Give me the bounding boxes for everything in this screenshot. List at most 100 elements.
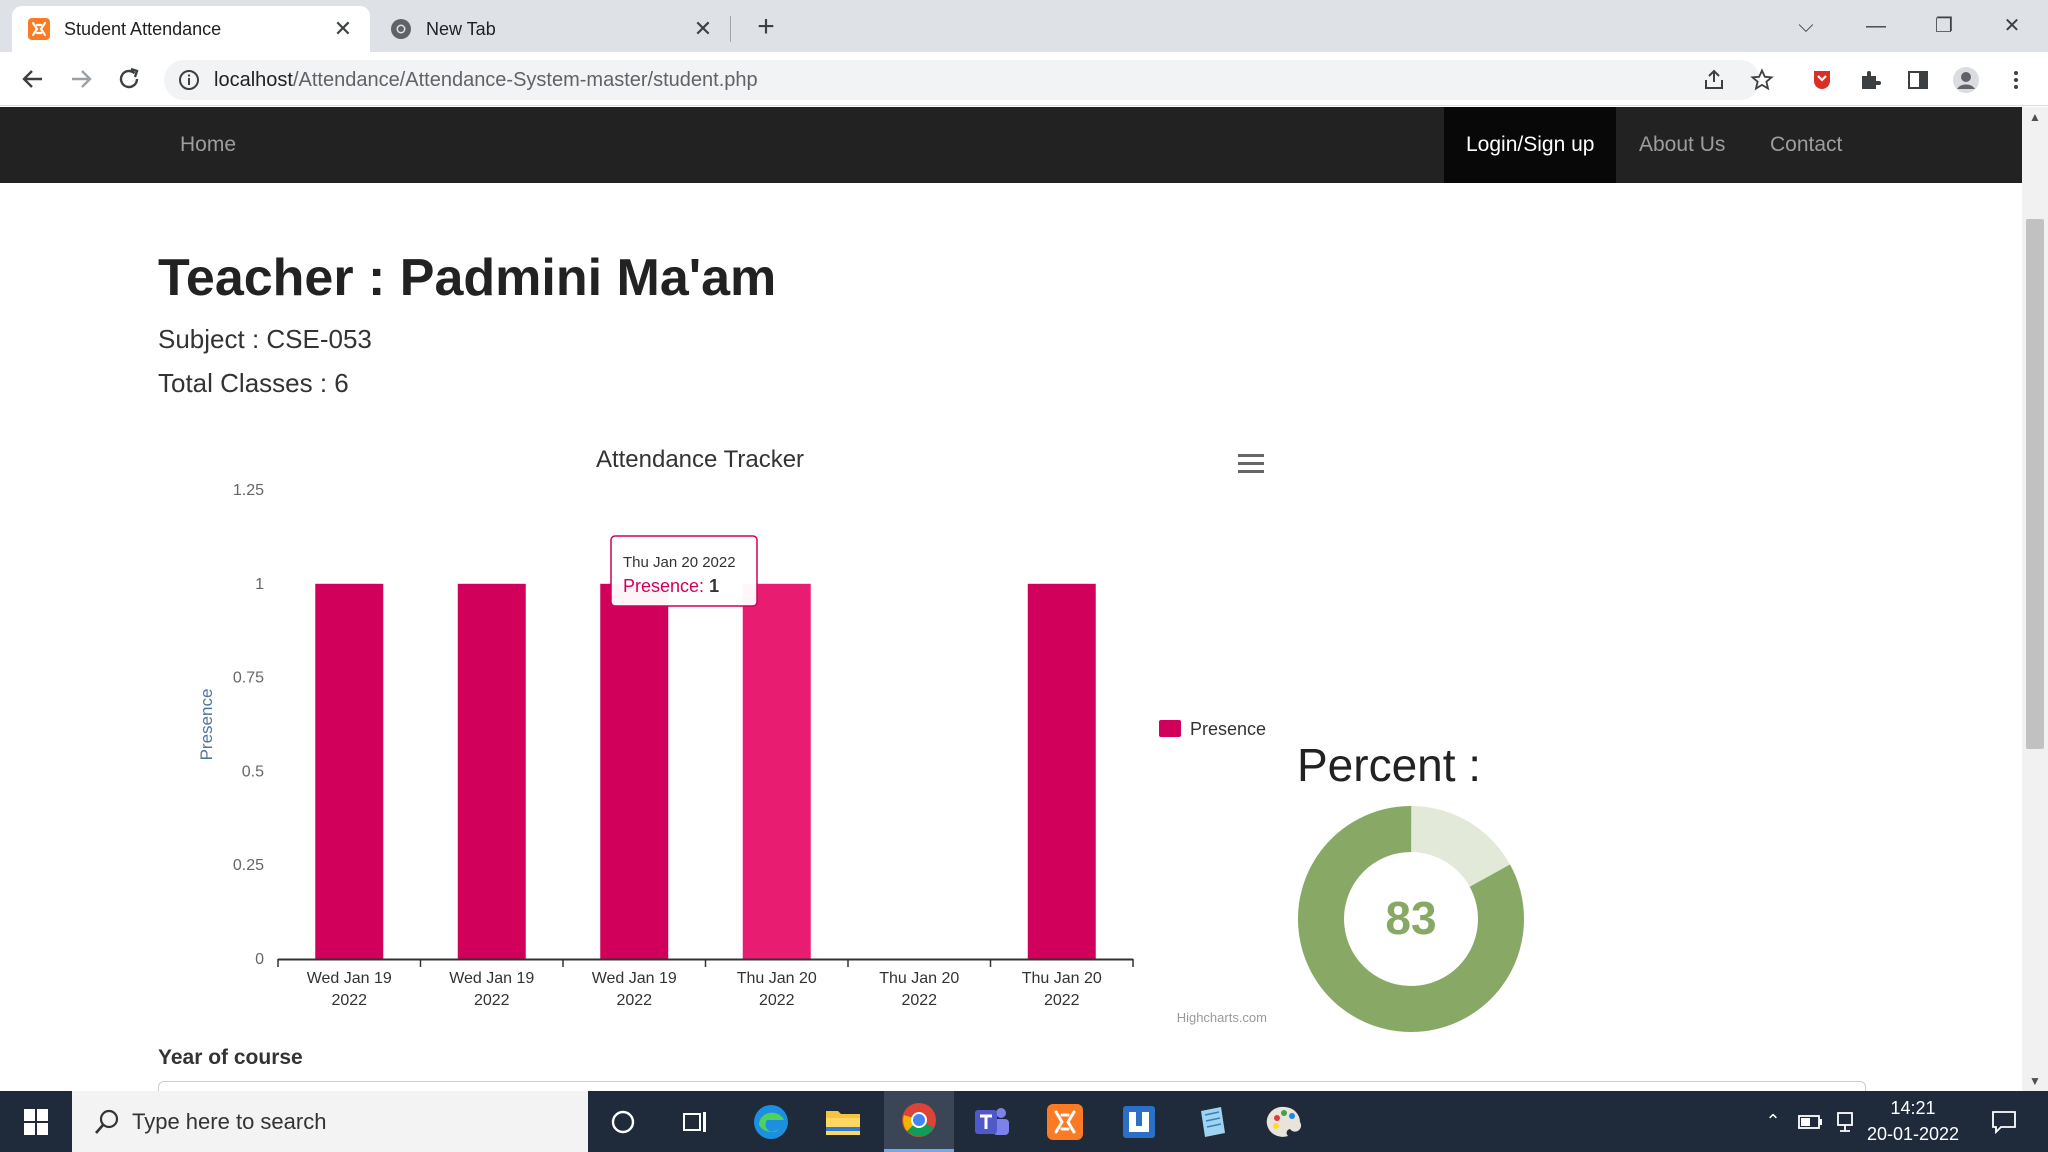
tooltip-series-name: Presence xyxy=(623,576,699,596)
close-window-icon[interactable]: ✕ xyxy=(1992,8,2032,44)
side-panel-icon[interactable] xyxy=(1906,68,1930,92)
clock-time: 14:21 xyxy=(1890,1098,1936,1118)
task-view-button[interactable] xyxy=(660,1091,730,1152)
taskbar-file-explorer[interactable] xyxy=(808,1091,878,1152)
chart-bar[interactable] xyxy=(600,583,669,959)
legend-swatch xyxy=(1159,720,1181,737)
reload-button[interactable] xyxy=(112,62,146,96)
network-icon-glyph xyxy=(1837,1111,1853,1132)
new-tab-button[interactable]: + xyxy=(748,10,784,46)
close-tab-icon[interactable]: ✕ xyxy=(332,16,354,42)
url-path: /Attendance/Attendance-System-master/stu… xyxy=(292,69,758,91)
chart-bar[interactable] xyxy=(1027,583,1096,959)
url-host: localhost xyxy=(214,69,293,91)
chart-bar[interactable] xyxy=(457,583,526,959)
bookmark-star-icon[interactable] xyxy=(1750,68,1774,92)
battery-icon[interactable] xyxy=(1794,1091,1828,1152)
site-navbar: Home Login/Sign up About Us Contact xyxy=(0,107,2022,183)
windows-taskbar: Type here to search ⌃ 14:21 20-01-2022 xyxy=(0,1091,2048,1152)
attendance-chart-svg: Attendance Tracker Presence 0 0.25 0.5 0.75… xyxy=(197,446,1267,1025)
chart-title: Attendance Tracker xyxy=(596,446,804,473)
y-tick-label: 0 xyxy=(255,951,264,968)
windows-start-icon[interactable] xyxy=(14,1105,58,1139)
taskbar-edge[interactable] xyxy=(736,1091,806,1152)
url-text: localhost/Attendance/Attendance-System-m… xyxy=(214,69,758,92)
taskbar-search-placeholder: Type here to search xyxy=(132,1109,327,1134)
taskbar-paint[interactable] xyxy=(1250,1091,1320,1152)
taskbar-clock[interactable]: 14:21 20-01-2022 xyxy=(1860,1095,1966,1149)
app-window-icon xyxy=(1123,1105,1155,1138)
highcharts-credits[interactable]: Highcharts.com xyxy=(1177,1010,1267,1025)
year-of-course-label: Year of course xyxy=(158,1046,303,1069)
chart-context-menu-icon[interactable] xyxy=(1238,454,1264,473)
tooltip-date: Thu Jan 20 2022 xyxy=(623,554,736,571)
search-icon xyxy=(95,1109,119,1134)
profile-avatar-icon[interactable] xyxy=(1952,66,1980,94)
reload-icon xyxy=(119,67,139,89)
chrome-icon xyxy=(902,1103,936,1137)
kebab-menu-icon[interactable] xyxy=(2004,68,2028,92)
tooltip-value: 1 xyxy=(709,576,719,596)
taskbar-teams[interactable] xyxy=(956,1091,1026,1152)
chart-bar[interactable] xyxy=(315,583,384,959)
browser-toolbar: localhost/Attendance/Attendance-System-m… xyxy=(0,52,2048,106)
taskbar-search-box[interactable]: Type here to search xyxy=(72,1091,588,1152)
browser-tab-strip: Student Attendance ✕ New Tab ✕ + ⌵ — ❐ ✕ xyxy=(0,0,2048,52)
extension-shield-icon[interactable] xyxy=(1810,68,1834,92)
y-tick-label: 0.25 xyxy=(233,857,264,874)
network-icon[interactable] xyxy=(1830,1091,1860,1152)
taskbar-dev-app[interactable] xyxy=(1104,1091,1174,1152)
notification-bubble-icon xyxy=(1992,1110,2016,1134)
nav-about-us-link[interactable]: About Us xyxy=(1617,107,1747,183)
nav-login-signup-link[interactable]: Login/Sign up xyxy=(1444,107,1617,183)
chart-bar[interactable] xyxy=(742,583,811,959)
taskbar-chrome[interactable] xyxy=(884,1091,954,1152)
y-axis-title: Presence xyxy=(197,689,216,761)
legend-label: Presence xyxy=(1190,719,1266,739)
taskbar-notepad[interactable] xyxy=(1178,1091,1248,1152)
tab-student-attendance[interactable]: Student Attendance ✕ xyxy=(12,6,370,52)
y-tick-label: 0.75 xyxy=(233,670,264,687)
y-tick-label: 1 xyxy=(255,576,264,593)
y-tick-label: 1.25 xyxy=(233,482,264,499)
paint-palette-icon xyxy=(1266,1106,1302,1137)
nav-contact-link[interactable]: Contact xyxy=(1748,107,1864,183)
chart-tooltip: Thu Jan 20 2022 Presence: 1 xyxy=(610,535,758,607)
chart-legend[interactable]: Presence xyxy=(1159,719,1266,739)
nav-home-link[interactable]: Home xyxy=(158,107,258,183)
scroll-thumb[interactable] xyxy=(2026,219,2044,749)
notepad-icon xyxy=(1201,1106,1225,1137)
percent-value: 83 xyxy=(1385,892,1436,944)
scroll-up-arrow[interactable]: ▲ xyxy=(2022,107,2048,127)
folder-icon xyxy=(826,1110,860,1135)
address-bar[interactable]: localhost/Attendance/Attendance-System-m… xyxy=(164,60,1760,100)
tab-search-icon[interactable]: ⌵ xyxy=(1786,8,1826,44)
y-tick-label: 0.5 xyxy=(242,763,264,780)
show-hidden-icons-chevron-icon[interactable]: ⌃ xyxy=(1758,1091,1788,1152)
xampp-icon xyxy=(28,18,50,40)
restore-icon[interactable]: ❐ xyxy=(1924,8,1964,44)
battery-icon-glyph xyxy=(1798,1114,1822,1129)
minimize-icon[interactable]: — xyxy=(1856,8,1896,44)
clock-date: 20-01-2022 xyxy=(1866,1124,1960,1144)
tab-title: New Tab xyxy=(426,18,496,39)
close-tab-icon[interactable]: ✕ xyxy=(692,16,714,42)
attendance-chart: Attendance Tracker Presence 0 0.25 0.5 0.75… xyxy=(160,430,1290,1035)
x-tick-label: Wed Jan 19 2022 xyxy=(307,970,392,1009)
x-tick-label: Wed Jan 19 2022 xyxy=(449,970,534,1009)
extensions-puzzle-icon[interactable] xyxy=(1858,68,1882,92)
forward-button[interactable] xyxy=(64,62,98,96)
x-tick-label: Thu Jan 20 2022 xyxy=(737,970,817,1009)
info-icon[interactable] xyxy=(178,69,200,91)
x-tick-label: Wed Jan 19 2022 xyxy=(592,970,677,1009)
scroll-down-arrow[interactable]: ▼ xyxy=(2022,1071,2048,1091)
total-classes-text: Total Classes : 6 xyxy=(158,368,349,398)
edge-icon xyxy=(754,1104,788,1139)
taskbar-xampp[interactable] xyxy=(1030,1091,1100,1152)
cortana-button[interactable] xyxy=(588,1091,658,1152)
share-icon[interactable] xyxy=(1702,68,1726,92)
back-button[interactable] xyxy=(16,62,50,96)
page-scrollbar[interactable]: ▲ ▼ xyxy=(2022,107,2048,1091)
notification-center-icon[interactable] xyxy=(1980,1091,2028,1152)
tab-new-tab[interactable]: New Tab ✕ xyxy=(374,6,730,52)
